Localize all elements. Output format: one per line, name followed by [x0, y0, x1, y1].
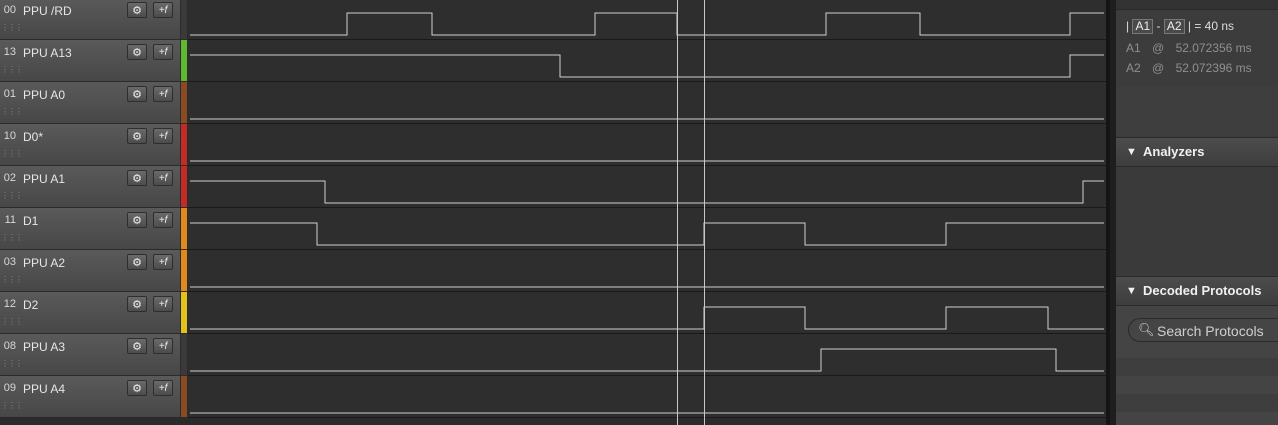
list-item — [1116, 358, 1278, 376]
waveform-trace — [190, 306, 1104, 330]
a2-tag[interactable]: A2 — [1163, 19, 1185, 34]
search-icon: 🔍︎ — [1138, 322, 1155, 337]
search-protocols-field[interactable]: 🔍︎ — [1128, 318, 1278, 342]
sidebar: | A1 - A2 | = 40 ns A1 @ 52.072356 ms A2… — [1110, 0, 1278, 425]
a2-measurement: A2 @ 52.072396 ms — [1126, 61, 1252, 75]
collapse-triangle-icon: ▼ — [1126, 285, 1137, 297]
analyzers-title: Analyzers — [1143, 144, 1205, 159]
search-protocols-input[interactable] — [1155, 321, 1278, 341]
delta-measurement: | A1 - A2 | = 40 ns — [1126, 19, 1234, 34]
a2-time: 52.072396 ms — [1175, 61, 1252, 75]
collapse-triangle-icon: ▼ — [1126, 146, 1137, 158]
a1-tag[interactable]: A1 — [1132, 19, 1154, 34]
delta-dash: - — [1156, 19, 1161, 33]
measurements-header — [1116, 0, 1278, 10]
waveform-trace — [190, 348, 1104, 372]
a1-at: @ — [1152, 41, 1165, 55]
delta-bar: | — [1126, 19, 1130, 33]
delta-bar: | — [1187, 19, 1191, 33]
decoded-protocols-title: Decoded Protocols — [1143, 283, 1262, 298]
a1-label: A1 — [1126, 41, 1141, 55]
waveform-trace — [190, 222, 1104, 246]
analyzers-header[interactable]: ▼ Analyzers — [1116, 137, 1278, 167]
decoded-protocols-header[interactable]: ▼ Decoded Protocols — [1116, 276, 1278, 306]
analyzers-body — [1116, 167, 1278, 275]
list-item — [1116, 394, 1278, 412]
a1-time: 52.072356 ms — [1175, 41, 1252, 55]
waveform-canvas[interactable] — [0, 0, 1110, 425]
a2-label: A2 — [1126, 61, 1141, 75]
waveform-trace — [190, 54, 1104, 78]
waveform-trace — [190, 12, 1104, 36]
measurements-body — [1116, 86, 1278, 136]
a1-measurement: A1 @ 52.072356 ms — [1126, 41, 1252, 55]
delta-value: = 40 ns — [1194, 19, 1235, 33]
a2-at: @ — [1152, 61, 1165, 75]
waveform-trace — [190, 180, 1104, 204]
